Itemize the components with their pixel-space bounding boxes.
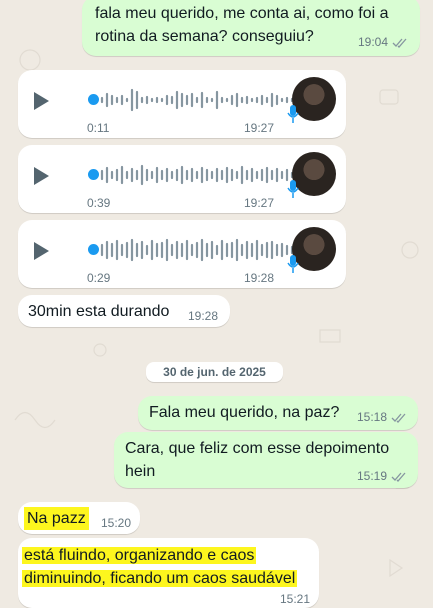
message-text: Cara, que feliz com esse depoimento (125, 440, 390, 457)
outgoing-message[interactable]: Fala meu querido, na paz? 15:18 (138, 396, 418, 430)
playback-position-dot[interactable] (88, 244, 99, 255)
message-text: hein (125, 463, 156, 480)
voice-message[interactable]: 0:29 19:28 (18, 220, 346, 288)
message-text: fala meu querido, me conta ai, como foi … (95, 5, 389, 22)
incoming-message[interactable]: Na pazz 15:20 (18, 502, 140, 534)
message-text: 30min esta durando (28, 303, 170, 320)
audio-duration: 0:39 (87, 196, 111, 210)
mic-icon (287, 255, 299, 273)
message-time: 19:28 (244, 271, 275, 285)
playback-position-dot[interactable] (88, 94, 99, 105)
mic-icon (287, 180, 299, 198)
incoming-message[interactable]: 30min esta durando 19:28 (18, 295, 230, 327)
message-time: 15:19 (356, 469, 387, 483)
message-time: 19:28 (188, 309, 219, 323)
audio-waveform[interactable] (100, 234, 296, 266)
message-text: Fala meu querido, na paz? (149, 404, 340, 421)
double-check-icon (392, 38, 407, 48)
voice-message[interactable]: 0:39 19:27 (18, 145, 346, 213)
message-time: 15:20 (101, 516, 132, 530)
message-text: está fluindo, organizando e caos (22, 547, 257, 564)
playback-position-dot[interactable] (88, 169, 99, 180)
double-check-icon (391, 472, 406, 482)
message-text: rotina da semana? conseguiu? (95, 28, 314, 45)
incoming-message[interactable]: está fluindo, organizando e caos diminui… (18, 538, 319, 608)
play-icon[interactable] (34, 242, 49, 260)
message-text: Na pazz (24, 507, 89, 530)
audio-waveform[interactable] (100, 159, 296, 191)
date-separator: 30 de jun. de 2025 (146, 362, 283, 382)
voice-message[interactable]: 0:11 19:27 (18, 70, 346, 138)
message-time: 15:21 (280, 592, 311, 606)
outgoing-message[interactable]: fala meu querido, me conta ai, como foi … (82, 0, 420, 56)
play-icon[interactable] (34, 92, 49, 110)
play-icon[interactable] (34, 167, 49, 185)
audio-duration: 0:29 (87, 271, 111, 285)
audio-waveform[interactable] (100, 84, 296, 116)
audio-duration: 0:11 (87, 121, 110, 135)
message-time: 19:04 (357, 35, 388, 49)
double-check-icon (391, 413, 406, 423)
mic-icon (287, 105, 299, 123)
message-text: diminuindo, ficando um caos saudável (22, 570, 298, 587)
message-time: 15:18 (356, 410, 387, 424)
message-time: 19:27 (244, 121, 275, 135)
message-time: 19:27 (244, 196, 275, 210)
outgoing-message[interactable]: Cara, que feliz com esse depoimento hein… (114, 432, 418, 488)
